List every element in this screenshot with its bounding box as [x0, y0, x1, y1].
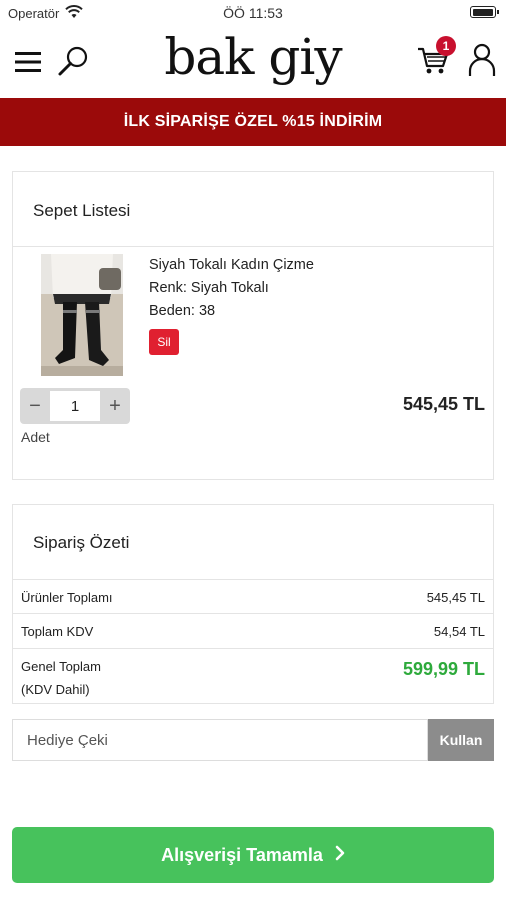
grand-total-vat-note: (KDV Dahil): [21, 682, 90, 697]
order-summary-card: Sipariş Özeti Ürünler Toplamı 545,45 TL …: [12, 504, 494, 704]
grand-total-value: 599,99 TL: [402, 659, 485, 679]
app-header: bak giy 1: [0, 26, 506, 98]
clock: ÖÖ 11:53: [223, 5, 283, 21]
next-section-peek: [0, 806, 506, 820]
summary-row-grand-total: Genel Toplam (KDV Dahil) 599,99 TL: [13, 648, 493, 704]
cart-button[interactable]: 1: [416, 36, 456, 78]
gift-voucher-row: Kullan: [12, 719, 494, 761]
product-size: Beden: 38: [149, 303, 216, 319]
apply-voucher-button[interactable]: Kullan: [428, 719, 494, 761]
grand-total-label: Genel Toplam: [21, 659, 101, 674]
quantity-stepper: − 1 +: [20, 388, 130, 424]
summary-row-label: Toplam KDV: [21, 624, 94, 639]
chevron-right-icon: [335, 845, 345, 866]
cart-list-card: Sepet Listesi Siyah Tokalı Kadın Çizme R…: [12, 171, 494, 480]
product-image[interactable]: [41, 254, 123, 376]
cart-list-title: Sepet Listesi: [33, 201, 131, 220]
summary-row-label: Ürünler Toplamı: [21, 590, 113, 605]
decrease-button[interactable]: −: [20, 388, 50, 424]
gift-voucher-input[interactable]: [12, 719, 428, 761]
quantity-value[interactable]: 1: [50, 391, 100, 421]
order-summary-title: Sipariş Özeti: [33, 533, 130, 552]
battery-icon: [470, 6, 499, 18]
delete-button[interactable]: Sil: [149, 329, 179, 355]
summary-row-vat: Toplam KDV 54,54 TL: [13, 613, 493, 649]
summary-row-value: 545,45 TL: [426, 590, 485, 605]
checkout-button[interactable]: Alışverişi Tamamla: [12, 827, 494, 883]
account-icon[interactable]: [466, 42, 498, 78]
quantity-label: Adet: [21, 429, 50, 445]
product-color: Renk: Siyah Tokalı: [149, 280, 269, 296]
product-name[interactable]: Siyah Tokalı Kadın Çizme: [149, 257, 314, 273]
promo-banner[interactable]: İLK SİPARİŞE ÖZEL %15 İNDİRİM: [0, 98, 506, 146]
cart-count-badge: 1: [436, 36, 456, 56]
checkout-label: Alışverişi Tamamla: [161, 844, 323, 865]
battery-level: [472, 8, 493, 16]
summary-row-subtotal: Ürünler Toplamı 545,45 TL: [13, 579, 493, 614]
increase-button[interactable]: +: [100, 388, 130, 424]
summary-row-value: 54,54 TL: [433, 624, 485, 639]
item-price: 545,45 TL: [402, 394, 485, 414]
status-bar: Operatör ÖÖ 11:53: [0, 0, 506, 26]
order-summary-header: Sipariş Özeti: [13, 505, 493, 579]
cart-list-header: Sepet Listesi: [13, 172, 493, 247]
